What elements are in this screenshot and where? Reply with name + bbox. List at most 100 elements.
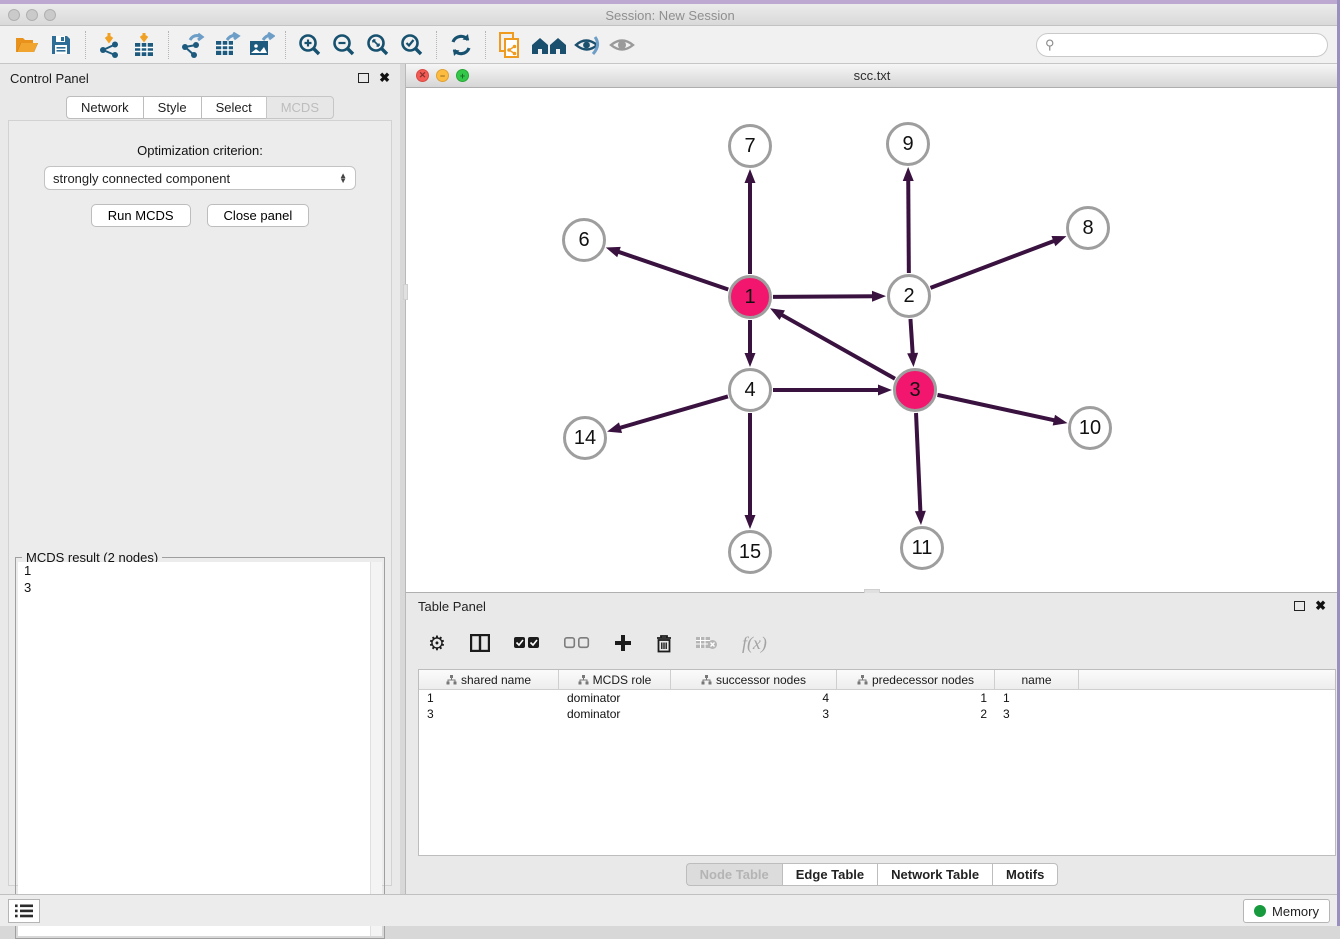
tab-network[interactable]: Network xyxy=(66,96,143,119)
graph-node-4[interactable]: 4 xyxy=(728,368,772,412)
table-row[interactable]: 1 dominator 4 1 1 xyxy=(419,690,1335,706)
toolbar-separator xyxy=(168,31,169,59)
cell-shared-name[interactable]: 3 xyxy=(419,707,559,721)
select-all-columns-icon[interactable] xyxy=(514,637,540,649)
export-image-icon[interactable] xyxy=(244,29,278,61)
show-all-icon[interactable] xyxy=(605,29,639,61)
graph-node-2[interactable]: 2 xyxy=(887,274,931,318)
cell-successor-nodes[interactable]: 4 xyxy=(671,691,837,705)
status-bar: Memory xyxy=(0,894,1340,926)
memory-label: Memory xyxy=(1272,904,1319,919)
mcds-panel: Optimization criterion: strongly connect… xyxy=(8,120,392,886)
optimization-criterion-label: Optimization criterion: xyxy=(9,143,391,158)
window-title: Session: New Session xyxy=(0,8,1340,23)
graph-node-14[interactable]: 14 xyxy=(563,416,607,460)
tab-style[interactable]: Style xyxy=(143,96,201,119)
cell-shared-name[interactable]: 1 xyxy=(419,691,559,705)
export-network-icon[interactable] xyxy=(176,29,210,61)
application-window: Session: New Session xyxy=(0,0,1340,926)
node-table[interactable]: shared name MCDS role successor nodes pr… xyxy=(418,669,1336,856)
import-network-icon[interactable] xyxy=(93,29,127,61)
graph-node-6[interactable]: 6 xyxy=(562,218,606,262)
cell-predecessor-nodes[interactable]: 1 xyxy=(837,691,995,705)
graph-node-9[interactable]: 9 xyxy=(886,122,930,166)
main-titlebar: Session: New Session xyxy=(0,4,1340,26)
cell-mcds-role[interactable]: dominator xyxy=(559,707,671,721)
shared-column-icon xyxy=(857,675,868,685)
memory-button[interactable]: Memory xyxy=(1243,899,1330,923)
result-line: 3 xyxy=(18,579,382,596)
toolbar-separator xyxy=(285,31,286,59)
graph-node-7[interactable]: 7 xyxy=(728,124,772,168)
graph-node-1[interactable]: 1 xyxy=(728,275,772,319)
tab-network-table[interactable]: Network Table xyxy=(877,863,992,886)
table-panel: Table Panel ✖ ⚙ xyxy=(405,593,1338,894)
column-header-mcds-role[interactable]: MCDS role xyxy=(559,670,671,689)
column-header-shared-name[interactable]: shared name xyxy=(419,670,559,689)
column-settings-icon[interactable]: ⚙ xyxy=(428,631,446,656)
unselect-all-columns-icon[interactable] xyxy=(564,637,590,649)
zoom-out-icon[interactable] xyxy=(327,29,361,61)
graph-node-8[interactable]: 8 xyxy=(1066,206,1110,250)
zoom-fit-icon[interactable] xyxy=(361,29,395,61)
control-panel-header: Control Panel ✖ xyxy=(0,64,400,92)
zoom-selected-icon[interactable] xyxy=(395,29,429,61)
toolbar-separator xyxy=(485,31,486,59)
tab-select[interactable]: Select xyxy=(201,96,266,119)
add-column-icon[interactable] xyxy=(614,634,632,652)
float-panel-icon[interactable] xyxy=(1294,601,1305,611)
save-session-icon[interactable] xyxy=(44,29,78,61)
control-panel-title: Control Panel xyxy=(10,71,89,86)
graph-node-10[interactable]: 10 xyxy=(1068,406,1112,450)
import-table-icon[interactable] xyxy=(127,29,161,61)
graph-node-15[interactable]: 15 xyxy=(728,530,772,574)
column-header-predecessor-nodes[interactable]: predecessor nodes xyxy=(837,670,995,689)
cell-mcds-role[interactable]: dominator xyxy=(559,691,671,705)
cell-successor-nodes[interactable]: 3 xyxy=(671,707,837,721)
control-panel-tabs: Network Style Select MCDS xyxy=(0,96,400,119)
run-mcds-button[interactable]: Run MCDS xyxy=(91,204,191,227)
search-box[interactable]: ⚲ xyxy=(1036,33,1328,57)
hide-selected-icon[interactable] xyxy=(571,29,605,61)
task-history-button[interactable] xyxy=(8,899,40,923)
function-builder-icon: f(x) xyxy=(742,633,767,654)
shared-column-icon xyxy=(578,675,589,685)
zoom-in-icon[interactable] xyxy=(293,29,327,61)
panel-splitter-handle[interactable] xyxy=(403,284,408,300)
tab-node-table[interactable]: Node Table xyxy=(686,863,782,886)
result-line: 1 xyxy=(18,562,382,579)
clone-network-icon[interactable] xyxy=(493,29,527,61)
tab-edge-table[interactable]: Edge Table xyxy=(782,863,877,886)
mcds-result-text[interactable]: 1 3 xyxy=(18,562,382,936)
close-panel-icon[interactable]: ✖ xyxy=(1315,601,1326,611)
close-panel-icon[interactable]: ✖ xyxy=(379,73,390,83)
split-panel-icon[interactable] xyxy=(470,634,490,652)
table-panel-title: Table Panel xyxy=(418,599,486,614)
search-input[interactable] xyxy=(1059,38,1319,52)
chevron-updown-icon: ▲▼ xyxy=(339,173,347,183)
network-titlebar: ✕ − + scc.txt xyxy=(406,64,1338,88)
cell-name[interactable]: 1 xyxy=(995,691,1079,705)
network-canvas[interactable]: 1 2 3 4 6 7 8 9 10 11 14 15 xyxy=(406,88,1339,592)
delete-column-icon[interactable] xyxy=(656,634,672,653)
network-title: scc.txt xyxy=(406,68,1338,83)
table-row[interactable]: 3 dominator 3 2 3 xyxy=(419,706,1335,722)
criterion-select[interactable]: strongly connected component ▲▼ xyxy=(44,166,356,190)
tab-motifs[interactable]: Motifs xyxy=(992,863,1058,886)
close-panel-button[interactable]: Close panel xyxy=(207,204,310,227)
column-header-successor-nodes[interactable]: successor nodes xyxy=(671,670,837,689)
result-scrollbar[interactable] xyxy=(370,562,382,936)
export-table-icon[interactable] xyxy=(210,29,244,61)
cell-name[interactable]: 3 xyxy=(995,707,1079,721)
graph-node-3[interactable]: 3 xyxy=(893,368,937,412)
mcds-result-group: MCDS result (2 nodes) 1 3 xyxy=(15,557,385,939)
search-icon: ⚲ xyxy=(1045,37,1055,53)
open-file-icon[interactable] xyxy=(10,29,44,61)
apply-layout-icon[interactable] xyxy=(444,29,478,61)
graph-node-11[interactable]: 11 xyxy=(900,526,944,570)
tab-mcds[interactable]: MCDS xyxy=(266,96,334,119)
first-neighbors-icon[interactable] xyxy=(527,29,571,61)
cell-predecessor-nodes[interactable]: 2 xyxy=(837,707,995,721)
float-panel-icon[interactable] xyxy=(358,73,369,83)
column-header-name[interactable]: name xyxy=(995,670,1079,689)
